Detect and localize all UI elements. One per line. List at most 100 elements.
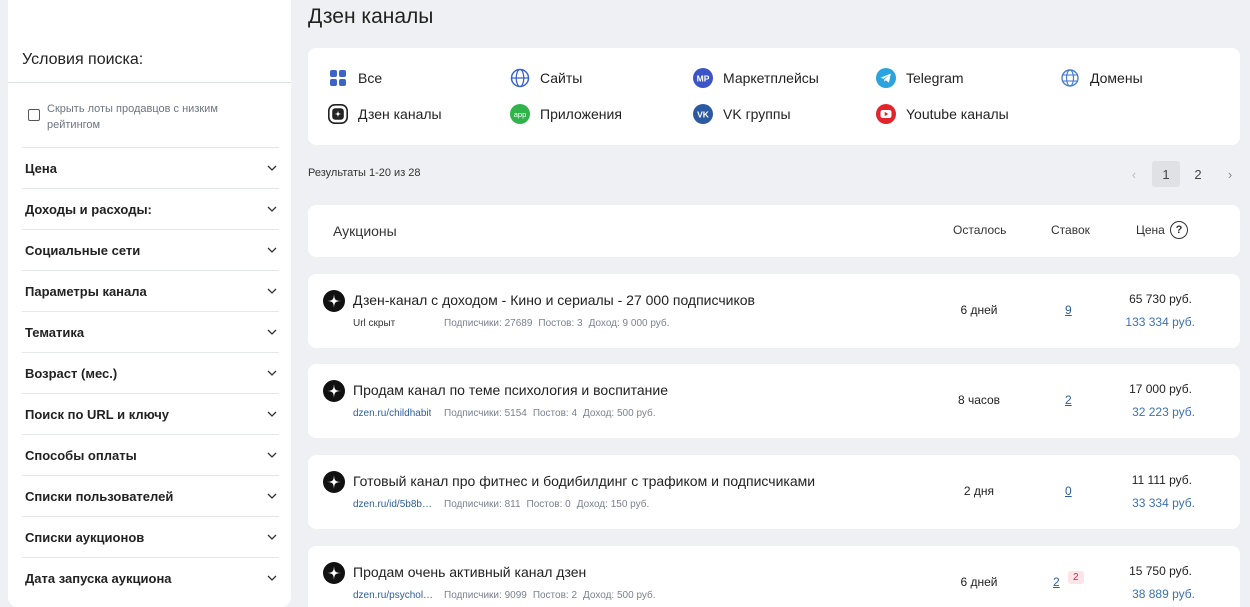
chevron-down-icon bbox=[267, 575, 277, 581]
category-vk-groups[interactable]: VK VK группы bbox=[693, 103, 791, 125]
pagination: ‹ 1 2 › bbox=[1116, 161, 1244, 187]
lot-posts: Постов: 2 bbox=[532, 590, 578, 601]
category-label: Telegram bbox=[906, 70, 964, 86]
grid-icon bbox=[328, 68, 348, 88]
filter-label: Параметры канала bbox=[25, 283, 147, 299]
filter-label: Списки аукционов bbox=[25, 529, 145, 545]
lot-bids-link[interactable]: 9 bbox=[1065, 303, 1072, 317]
pagination-page-1[interactable]: 1 bbox=[1152, 161, 1180, 187]
youtube-icon bbox=[876, 104, 896, 124]
lot-url: Url скрыт bbox=[353, 318, 396, 329]
filter-url-key-search[interactable]: Поиск по URL и ключу bbox=[22, 393, 279, 434]
filter-price[interactable]: Цена bbox=[22, 147, 279, 188]
lot-buyout-price[interactable]: 133 334 руб. bbox=[1125, 315, 1195, 329]
lot-posts: Постов: 3 bbox=[538, 318, 583, 329]
category-label: Дзен каналы bbox=[358, 106, 442, 122]
category-dzen[interactable]: Дзен каналы bbox=[328, 103, 442, 125]
chevron-down-icon bbox=[267, 493, 277, 499]
dzen-logo-icon bbox=[323, 562, 345, 584]
filter-user-lists[interactable]: Списки пользователей bbox=[22, 475, 279, 516]
filter-payment-methods[interactable]: Способы оплаты bbox=[22, 434, 279, 475]
lot-current-price: 11 111 руб. bbox=[1131, 473, 1192, 487]
category-apps[interactable]: app Приложения bbox=[510, 103, 622, 125]
lot-buyout-price[interactable]: 32 223 руб. bbox=[1132, 405, 1195, 419]
filter-label: Способы оплаты bbox=[25, 447, 137, 463]
lot-title[interactable]: Дзен-канал с доходом - Кино и сериалы - … bbox=[353, 292, 755, 308]
category-label: Сайты bbox=[540, 70, 583, 86]
lot-subscribers: Подписчики: 27689 bbox=[444, 318, 533, 329]
vk-icon: VK bbox=[693, 104, 713, 124]
filter-auction-start-date[interactable]: Дата запуска аукциона bbox=[22, 557, 279, 598]
lot-url[interactable]: dzen.ru/childhabit bbox=[353, 408, 431, 419]
chevron-down-icon bbox=[267, 206, 277, 212]
chevron-down-icon bbox=[267, 452, 277, 458]
pagination-page-2[interactable]: 2 bbox=[1184, 161, 1212, 187]
filter-label: Социальные сети bbox=[25, 242, 141, 258]
table-header: Аукционы Осталось Ставок Цена ? bbox=[308, 205, 1240, 257]
filter-label: Цена bbox=[25, 160, 57, 176]
filter-list: Цена Доходы и расходы: Социальные сети П… bbox=[22, 147, 279, 598]
hide-low-rating-checkbox[interactable] bbox=[28, 109, 40, 121]
page-title: Дзен каналы bbox=[308, 5, 434, 28]
lot-bids-link[interactable]: 2 bbox=[1065, 393, 1072, 407]
category-youtube[interactable]: Youtube каналы bbox=[876, 103, 1009, 125]
lot-bids-link[interactable]: 0 bbox=[1065, 484, 1072, 498]
header-bids[interactable]: Ставок bbox=[1051, 223, 1090, 237]
filter-label: Поиск по URL и ключу bbox=[25, 406, 170, 422]
filter-social-networks[interactable]: Социальные сети bbox=[22, 229, 279, 270]
filter-topic[interactable]: Тематика bbox=[22, 311, 279, 352]
category-domains[interactable]: Домены bbox=[1060, 67, 1143, 89]
filter-auction-lists[interactable]: Списки аукционов bbox=[22, 516, 279, 557]
lot-url[interactable]: dzen.ru/psychology bbox=[353, 590, 437, 601]
filter-label: Тематика bbox=[25, 324, 85, 340]
lot-subscribers: Подписчики: 9099 bbox=[444, 590, 527, 601]
chevron-down-icon bbox=[267, 247, 277, 253]
header-price[interactable]: Цена bbox=[1136, 223, 1165, 237]
filter-income-expenses[interactable]: Доходы и расходы: bbox=[22, 188, 279, 229]
chevron-down-icon bbox=[267, 411, 277, 417]
lot-url[interactable]: dzen.ru/id/5b8b3c2a bbox=[353, 499, 437, 510]
app-icon: app bbox=[510, 104, 530, 124]
lot-buyout-price[interactable]: 38 889 руб. bbox=[1132, 587, 1195, 601]
lot-title[interactable]: Готовый канал про фитнес и бодибилдинг с… bbox=[353, 473, 815, 489]
hide-low-rating-checkbox-row[interactable]: Скрыть лоты продавцов с низким рейтингом bbox=[28, 101, 278, 133]
filter-label: Возраст (мес.) bbox=[25, 365, 118, 381]
globe-icon bbox=[510, 68, 530, 88]
domain-globe-icon bbox=[1060, 68, 1080, 88]
lot-buyout-price[interactable]: 33 334 руб. bbox=[1132, 496, 1195, 510]
lot-subscribers: Подписчики: 5154 bbox=[444, 408, 527, 419]
lot-income: Доход: 150 руб. bbox=[576, 499, 650, 510]
category-label: Домены bbox=[1090, 70, 1143, 86]
dzen-logo-icon bbox=[323, 290, 345, 312]
lot-time-left: 2 дня bbox=[963, 484, 995, 498]
header-auctions: Аукционы bbox=[333, 223, 397, 239]
filter-channel-params[interactable]: Параметры канала bbox=[22, 270, 279, 311]
telegram-icon bbox=[876, 68, 896, 88]
lot-title[interactable]: Продам канал по теме психология и воспит… bbox=[353, 382, 668, 398]
lot-posts: Постов: 0 bbox=[526, 499, 571, 510]
lot-row[interactable]: Продам канал по теме психология и воспит… bbox=[308, 364, 1240, 438]
lot-title[interactable]: Продам очень активный канал дзен bbox=[353, 564, 586, 580]
header-time-left[interactable]: Осталось bbox=[953, 223, 1006, 237]
category-all[interactable]: Все bbox=[328, 67, 382, 89]
lot-row[interactable]: Дзен-канал с доходом - Кино и сериалы - … bbox=[308, 274, 1240, 348]
mp-icon: MP bbox=[693, 68, 713, 88]
lot-row[interactable]: Готовый канал про фитнес и бодибилдинг с… bbox=[308, 455, 1240, 529]
filter-age[interactable]: Возраст (мес.) bbox=[22, 352, 279, 393]
lot-income: Доход: 500 руб. bbox=[583, 408, 656, 419]
help-icon[interactable]: ? bbox=[1170, 221, 1188, 239]
app-icon-text: app bbox=[514, 110, 527, 119]
lot-bids-link[interactable]: 2 bbox=[1053, 575, 1060, 589]
category-sites[interactable]: Сайты bbox=[510, 67, 582, 89]
pagination-prev-button[interactable]: ‹ bbox=[1120, 161, 1148, 187]
lot-row[interactable]: Продам очень активный канал дзен dzen.ru… bbox=[308, 546, 1240, 607]
hide-low-rating-label: Скрыть лоты продавцов с низким рейтингом bbox=[47, 103, 218, 131]
category-marketplaces[interactable]: MP Маркетплейсы bbox=[693, 67, 819, 89]
category-label: Youtube каналы bbox=[906, 106, 1009, 122]
category-label: Приложения bbox=[540, 106, 622, 122]
category-telegram[interactable]: Telegram bbox=[876, 67, 964, 89]
dzen-logo-icon bbox=[323, 471, 345, 493]
filter-label: Доходы и расходы: bbox=[25, 201, 152, 217]
pagination-next-button[interactable]: › bbox=[1216, 161, 1244, 187]
filter-label: Списки пользователей bbox=[25, 488, 174, 504]
